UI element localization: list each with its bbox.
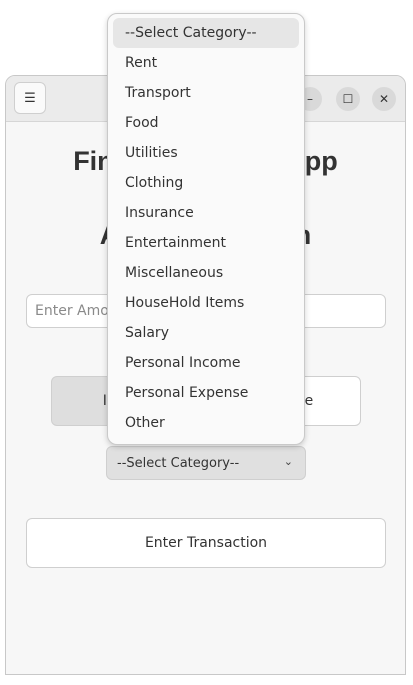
maximize-icon: ☐ (342, 92, 354, 106)
dropdown-item[interactable]: Transport (113, 78, 299, 108)
dropdown-item[interactable]: HouseHold Items (113, 288, 299, 318)
dropdown-item[interactable]: Clothing (113, 168, 299, 198)
maximize-button[interactable]: ☐ (336, 87, 360, 111)
dropdown-item[interactable]: Other (113, 408, 299, 438)
dropdown-item[interactable]: Miscellaneous (113, 258, 299, 288)
dropdown-item[interactable]: Entertainment (113, 228, 299, 258)
dropdown-item[interactable]: Salary (113, 318, 299, 348)
dropdown-item[interactable]: Personal Expense (113, 378, 299, 408)
dropdown-item[interactable]: --Select Category-- (113, 18, 299, 48)
category-select[interactable]: --Select Category-- ⌄ (106, 446, 306, 480)
dropdown-item[interactable]: Utilities (113, 138, 299, 168)
dropdown-item[interactable]: Personal Income (113, 348, 299, 378)
minimize-icon: – (307, 92, 313, 106)
close-icon: ✕ (378, 92, 390, 106)
category-dropdown: --Select Category-- Rent Transport Food … (107, 13, 305, 445)
dropdown-item[interactable]: Rent (113, 48, 299, 78)
category-select-value: --Select Category-- (117, 455, 240, 471)
close-button[interactable]: ✕ (372, 87, 396, 111)
dropdown-item[interactable]: Insurance (113, 198, 299, 228)
chevron-down-icon: ⌄ (283, 455, 293, 468)
enter-transaction-button[interactable]: Enter Transaction (26, 518, 386, 568)
hamburger-icon: ☰ (24, 90, 36, 106)
menu-button[interactable]: ☰ (14, 82, 46, 114)
dropdown-item[interactable]: Food (113, 108, 299, 138)
